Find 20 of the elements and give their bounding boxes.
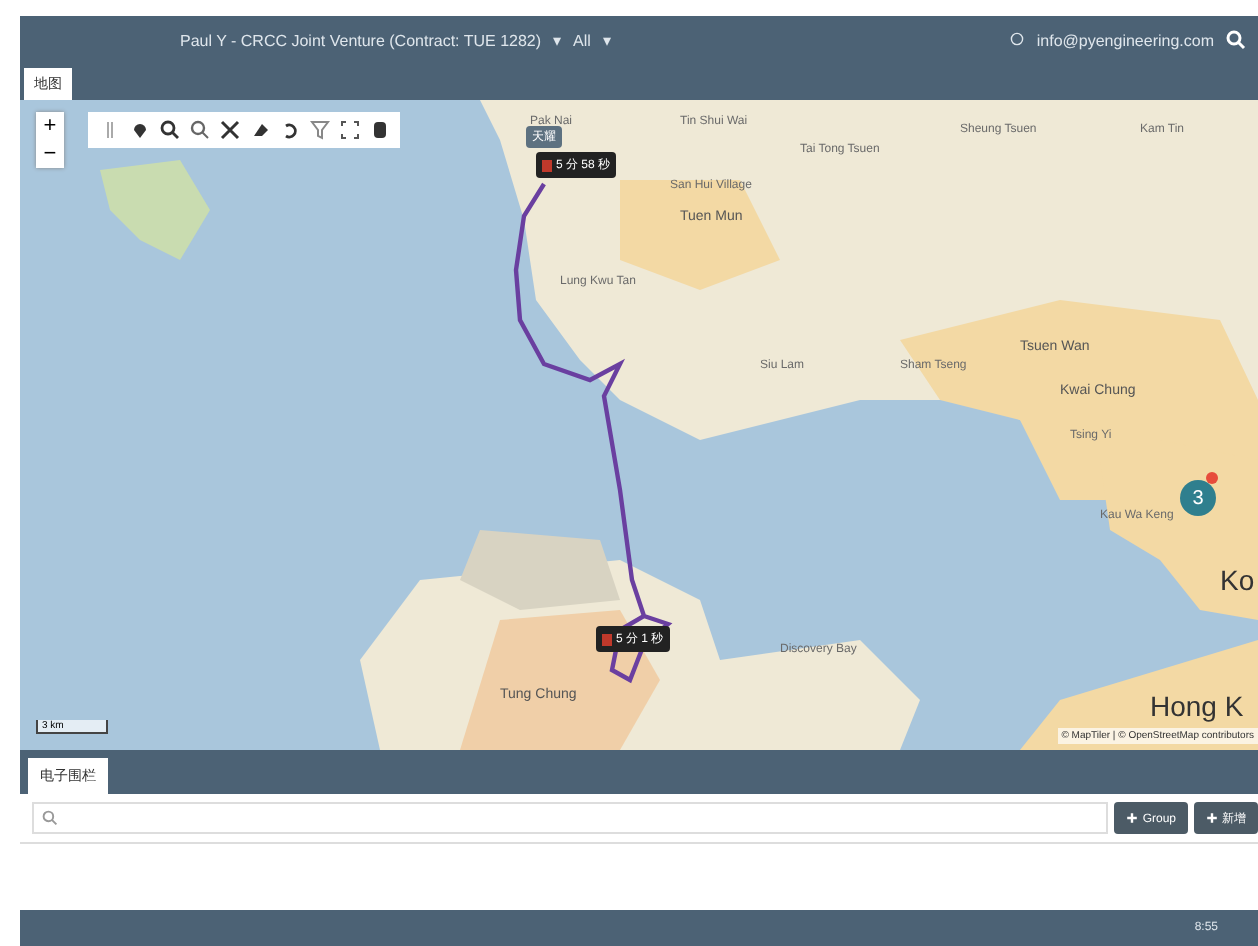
place-label: Ko [1220, 564, 1255, 596]
user-email[interactable]: info@pyengineering.com [1036, 31, 1214, 49]
zoom-in-button[interactable]: + [36, 112, 64, 140]
project-selector[interactable]: Paul Y - CRCC Joint Venture (Contract: TUE 1282) [180, 31, 542, 49]
place-label: Hong K [1150, 690, 1244, 722]
park-area [100, 160, 210, 260]
caret-icon[interactable]: ▾ [602, 31, 611, 49]
search-icon [42, 810, 58, 826]
filter-icon[interactable] [309, 120, 329, 140]
fullscreen-icon[interactable] [339, 120, 359, 140]
search-icon[interactable] [1226, 30, 1246, 50]
plus-icon [1126, 811, 1139, 823]
filter-selector[interactable]: All [573, 31, 591, 49]
plus-icon [1206, 811, 1218, 823]
zoom-icon[interactable] [189, 120, 209, 140]
search-icon[interactable] [159, 120, 179, 140]
pin-icon[interactable] [129, 120, 149, 140]
caret-icon[interactable]: ▾ [553, 31, 562, 49]
zoom-out-button[interactable]: − [36, 140, 64, 168]
search-field[interactable] [32, 802, 1109, 834]
